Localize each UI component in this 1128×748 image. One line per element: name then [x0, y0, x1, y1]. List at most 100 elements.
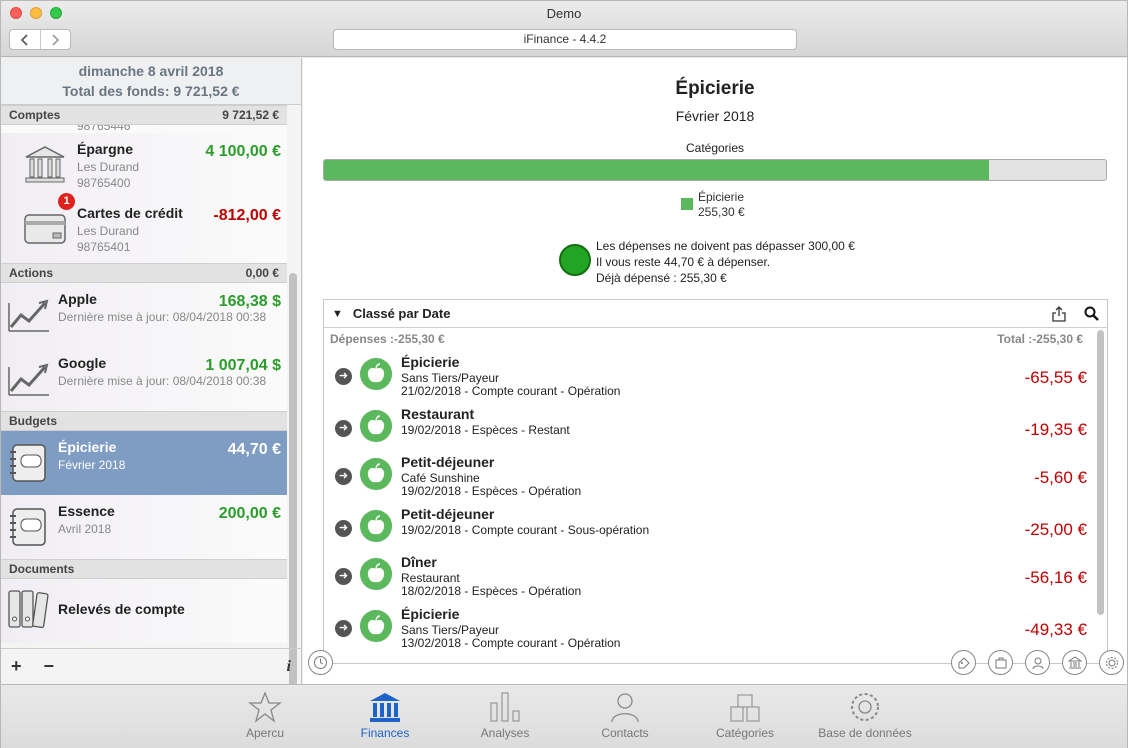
- transaction-meta: 19/02/2018 - Espèces - Opération: [401, 484, 582, 498]
- apple-icon: [360, 410, 392, 442]
- budget-item-epicierie[interactable]: Épicierie Février 2018 44,70 €: [1, 431, 287, 495]
- transaction-amount: -65,55 €: [1024, 368, 1087, 387]
- arrow-right-icon[interactable]: ➜: [335, 520, 352, 537]
- transaction-row[interactable]: ➜ Petit-déjeuner Café Sunshine 19/02/2018 -…: [324, 450, 1107, 502]
- star-icon: [248, 691, 282, 723]
- transactions-scrollbar[interactable]: [1097, 330, 1104, 615]
- navigation-buttons: [9, 29, 71, 50]
- document-item-releves[interactable]: Relevés de compte: [1, 579, 287, 643]
- categories-icon: [730, 694, 760, 722]
- bank-icon: [25, 146, 65, 183]
- transaction-meta: 13/02/2018 - Compte courant - Opération: [401, 636, 621, 650]
- share-icon[interactable]: [1052, 305, 1066, 322]
- apple-icon: [360, 510, 392, 542]
- transaction-category: Petit-déjeuner: [401, 454, 495, 470]
- budget-title: Épicierie: [675, 78, 755, 99]
- section-header-comptes[interactable]: Comptes 9 721,52 €: [1, 105, 287, 125]
- summary-row: Dépenses :-255,30 € Total :-255,30 €: [324, 328, 1107, 350]
- transaction-row[interactable]: ➜ Restaurant 19/02/2018 - Espèces - Restan…: [324, 402, 1107, 450]
- tag-icon[interactable]: [951, 650, 976, 675]
- add-button[interactable]: +: [11, 656, 22, 677]
- sidebar-scrollbar[interactable]: [289, 273, 297, 703]
- tab-apercu[interactable]: Apercu: [210, 691, 320, 740]
- legend-swatch: [681, 198, 693, 210]
- transaction-detail: Restaurant: [401, 571, 460, 585]
- section-header-actions[interactable]: Actions 0,00 €: [1, 263, 287, 283]
- sidebar: dimanche 8 avril 2018 Total des fonds: 9…: [1, 58, 302, 703]
- transaction-row[interactable]: ➜ Épicierie Sans Tiers/Payeur 21/02/2018 - …: [324, 350, 1107, 402]
- tab-analyses[interactable]: Analyses: [450, 691, 560, 740]
- main-panel: Épicierie Février 2018 Catégories Épicie…: [303, 58, 1127, 684]
- transaction-detail: 19/02/2018 - Compte courant - Sous-opéra…: [401, 523, 650, 537]
- transaction-row[interactable]: ➜ Petit-déjeuner 19/02/2018 - Compte coura…: [324, 502, 1107, 550]
- total-sum: Total :-255,30 €: [997, 332, 1083, 346]
- apple-icon: [360, 458, 392, 490]
- person-icon[interactable]: [1025, 650, 1050, 675]
- history-icon[interactable]: [308, 650, 333, 675]
- transaction-meta: 18/02/2018 - Espèces - Opération: [401, 584, 582, 598]
- budget-item-essence[interactable]: Essence Avril 2018 200,00 €: [1, 495, 287, 559]
- section-header-budgets[interactable]: Budgets: [1, 411, 287, 431]
- bank-icon: [370, 693, 400, 722]
- info-button[interactable]: i: [287, 658, 291, 676]
- tab-base-de-donnees[interactable]: Base de données: [810, 691, 920, 740]
- expenses-sum: Dépenses :-255,30 €: [330, 332, 445, 346]
- categories-label: Catégories: [685, 141, 745, 155]
- progress-fill: [324, 160, 990, 180]
- account-item-epargne[interactable]: Épargne Les Durand 98765400 4 100,00 €: [1, 133, 287, 197]
- tab-finances[interactable]: Finances: [330, 691, 440, 740]
- total-funds: Total des fonds: 9 721,52 €: [62, 83, 240, 99]
- transaction-meta: 21/02/2018 - Compte courant - Opération: [401, 384, 621, 398]
- budget-limit-text: Les dépenses ne doivent pas dépasser 300…: [596, 239, 855, 253]
- disclosure-triangle-icon[interactable]: ▼: [332, 308, 343, 320]
- sort-title[interactable]: Classé par Date: [353, 306, 451, 321]
- binders-icon: [8, 590, 49, 629]
- arrow-right-icon[interactable]: ➜: [335, 468, 352, 485]
- transaction-amount: -49,33 €: [1024, 620, 1087, 639]
- chevron-right-icon: [52, 33, 60, 46]
- sidebar-header: dimanche 8 avril 2018 Total des fonds: 9…: [1, 58, 301, 105]
- transactions-panel: ▼ Classé par Date Dépenses :-255,30 € To…: [323, 299, 1108, 664]
- footer-actions: [951, 650, 1124, 675]
- gear-icon: [851, 693, 879, 721]
- partial-account-number: 98765446: [77, 125, 131, 133]
- search-icon[interactable]: [1084, 306, 1099, 321]
- forward-button[interactable]: [41, 30, 71, 49]
- arrow-right-icon[interactable]: ➜: [335, 620, 352, 637]
- stock-item-apple[interactable]: Apple Dernière mise à jour: 08/04/2018 0…: [1, 283, 287, 347]
- gear-icon[interactable]: [1099, 650, 1124, 675]
- tab-categories[interactable]: Catégories: [690, 691, 800, 740]
- transaction-category: Épicierie: [401, 606, 460, 622]
- apple-icon: [360, 358, 392, 390]
- notebook-icon: [10, 508, 46, 546]
- transaction-row[interactable]: ➜ Dîner Restaurant 18/02/2018 - Espèces - O…: [324, 550, 1107, 602]
- transaction-list: ➜ Épicierie Sans Tiers/Payeur 21/02/2018 - …: [324, 350, 1107, 654]
- remove-button[interactable]: −: [44, 656, 55, 677]
- transaction-row[interactable]: ➜ Épicierie Sans Tiers/Payeur 13/02/2018 - …: [324, 602, 1107, 654]
- transaction-amount: -56,16 €: [1024, 568, 1087, 587]
- status-indicator: [559, 244, 591, 276]
- budget-spent-text: Déjà dépensé : 255,30 €: [596, 271, 727, 285]
- transaction-amount: -19,35 €: [1024, 420, 1087, 439]
- budget-progress-bar: [323, 159, 1107, 181]
- briefcase-icon[interactable]: [988, 650, 1013, 675]
- arrow-right-icon[interactable]: ➜: [335, 420, 352, 437]
- app-window: Demo iFinance - 4.4.2 dimanche 8 avril 2…: [0, 0, 1128, 748]
- notification-badge: 1: [58, 193, 75, 210]
- transaction-detail: Sans Tiers/Payeur: [401, 371, 500, 385]
- arrow-right-icon[interactable]: ➜: [335, 368, 352, 385]
- section-header-documents[interactable]: Documents: [1, 559, 287, 579]
- stock-item-google[interactable]: Google Dernière mise à jour: 08/04/2018 …: [1, 347, 287, 411]
- version-bar[interactable]: iFinance - 4.4.2: [333, 29, 797, 50]
- account-item-credit[interactable]: 1 Cartes de crédit Les Durand 98765401 -…: [1, 193, 287, 263]
- window-title: Demo: [546, 6, 582, 21]
- tab-contacts[interactable]: Contacts: [570, 691, 680, 740]
- chevron-left-icon: [20, 33, 28, 46]
- arrow-right-icon[interactable]: ➜: [335, 568, 352, 585]
- back-button[interactable]: [10, 30, 41, 49]
- legend-label: Épicierie: [698, 190, 745, 204]
- apple-icon: [360, 610, 392, 642]
- sidebar-toolbar: + − i: [1, 648, 301, 684]
- notebook-icon: [10, 444, 46, 482]
- bank-icon[interactable]: [1062, 650, 1087, 675]
